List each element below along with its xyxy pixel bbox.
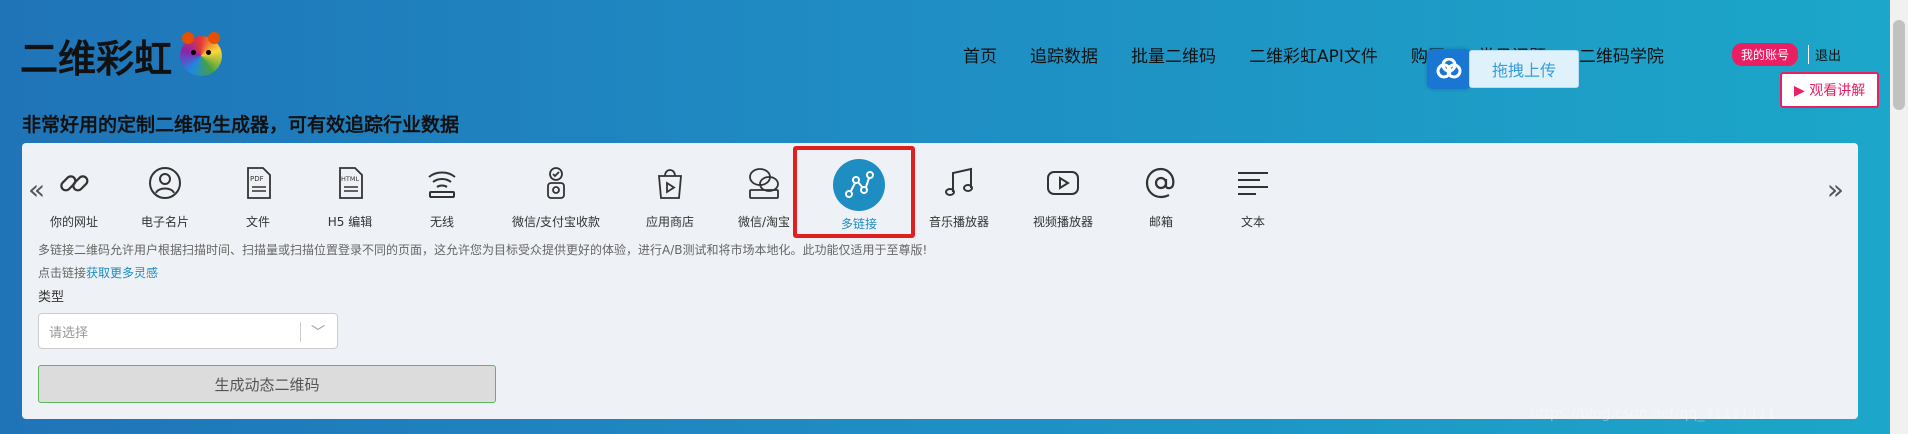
email-icon	[1139, 161, 1183, 205]
upload-widget[interactable]: 拖拽上传	[1427, 49, 1580, 89]
video-icon	[1041, 161, 1085, 205]
drag-upload-button[interactable]: 拖拽上传	[1469, 50, 1580, 88]
nav-academy[interactable]: 二维码学院	[1579, 42, 1664, 67]
type-text[interactable]: 文本	[1193, 161, 1313, 230]
wifi-icon	[420, 161, 464, 205]
generate-dynamic-qr-button[interactable]: 生成动态二维码	[38, 365, 496, 403]
pdf-icon: PDF	[236, 161, 280, 205]
logout-link[interactable]: 退出	[1808, 45, 1841, 64]
bear-logo-icon	[180, 31, 223, 76]
svg-text:PDF: PDF	[250, 175, 264, 183]
nav-tracking[interactable]: 追踪数据	[1030, 42, 1098, 67]
brand-name: 二维彩虹	[20, 37, 173, 81]
selection-highlight-box	[793, 146, 915, 238]
main-nav: 首页 追踪数据 批量二维码 二维彩虹API文件 购买 常见问题 二维码学院	[963, 42, 1697, 67]
brand-logo[interactable]: 二维彩虹	[20, 28, 223, 83]
type-payment[interactable]: 微信/支付宝收款	[496, 161, 616, 230]
page-scrollbar[interactable]	[1890, 0, 1908, 434]
type-field-label: 类型	[38, 290, 65, 305]
music-icon	[937, 161, 981, 205]
person-icon	[143, 161, 187, 205]
inspiration-hint: 点击链接获取更多灵感	[38, 266, 159, 280]
qr-generator-panel: « » 你的网址 电子名片 PDF 文件 HTML H5 编辑 无线 微信/支付…	[22, 143, 1858, 419]
tagline: 非常好用的定制二维码生成器，可有效追踪行业数据	[22, 114, 460, 136]
type-description: 多链接二维码允许用户根据扫描时间、扫描量或扫描位置登录不同的页面，这允许您为目标…	[38, 243, 928, 257]
payment-icon	[534, 161, 578, 205]
html-icon: HTML	[328, 161, 372, 205]
wechat-icon	[742, 161, 786, 205]
nav-batch[interactable]: 批量二维码	[1131, 42, 1216, 67]
play-icon: ▶	[1794, 83, 1805, 99]
type-music-player[interactable]: 音乐播放器	[899, 161, 1019, 230]
qr-type-list: 你的网址 电子名片 PDF 文件 HTML H5 编辑 无线 微信/支付宝收款 …	[22, 159, 1858, 235]
account-button[interactable]: 我的账号	[1732, 43, 1799, 66]
nav-api[interactable]: 二维彩虹API文件	[1249, 42, 1378, 67]
cloud-upload-icon	[1427, 49, 1471, 89]
app-store-icon	[648, 161, 692, 205]
watch-tutorial-button[interactable]: ▶ 观看讲解	[1780, 72, 1880, 108]
text-icon	[1231, 161, 1275, 205]
type-select-placeholder: 请选择	[49, 325, 89, 341]
chevron-down-icon: ﹀	[311, 325, 325, 341]
nav-home[interactable]: 首页	[963, 42, 997, 67]
type-select[interactable]: 请选择 ﹀	[38, 313, 338, 349]
svg-text:HTML: HTML	[341, 175, 359, 183]
inspiration-link[interactable]: 获取更多灵感	[86, 266, 158, 280]
link-icon	[52, 161, 96, 205]
watermark-text: https://blog.csdn.net/qq_41111111	[1530, 406, 1776, 422]
watch-tutorial-label: 观看讲解	[1809, 83, 1866, 99]
type-wifi[interactable]: 无线	[382, 161, 502, 230]
scrollbar-thumb[interactable]	[1893, 20, 1905, 110]
select-divider	[300, 322, 301, 342]
